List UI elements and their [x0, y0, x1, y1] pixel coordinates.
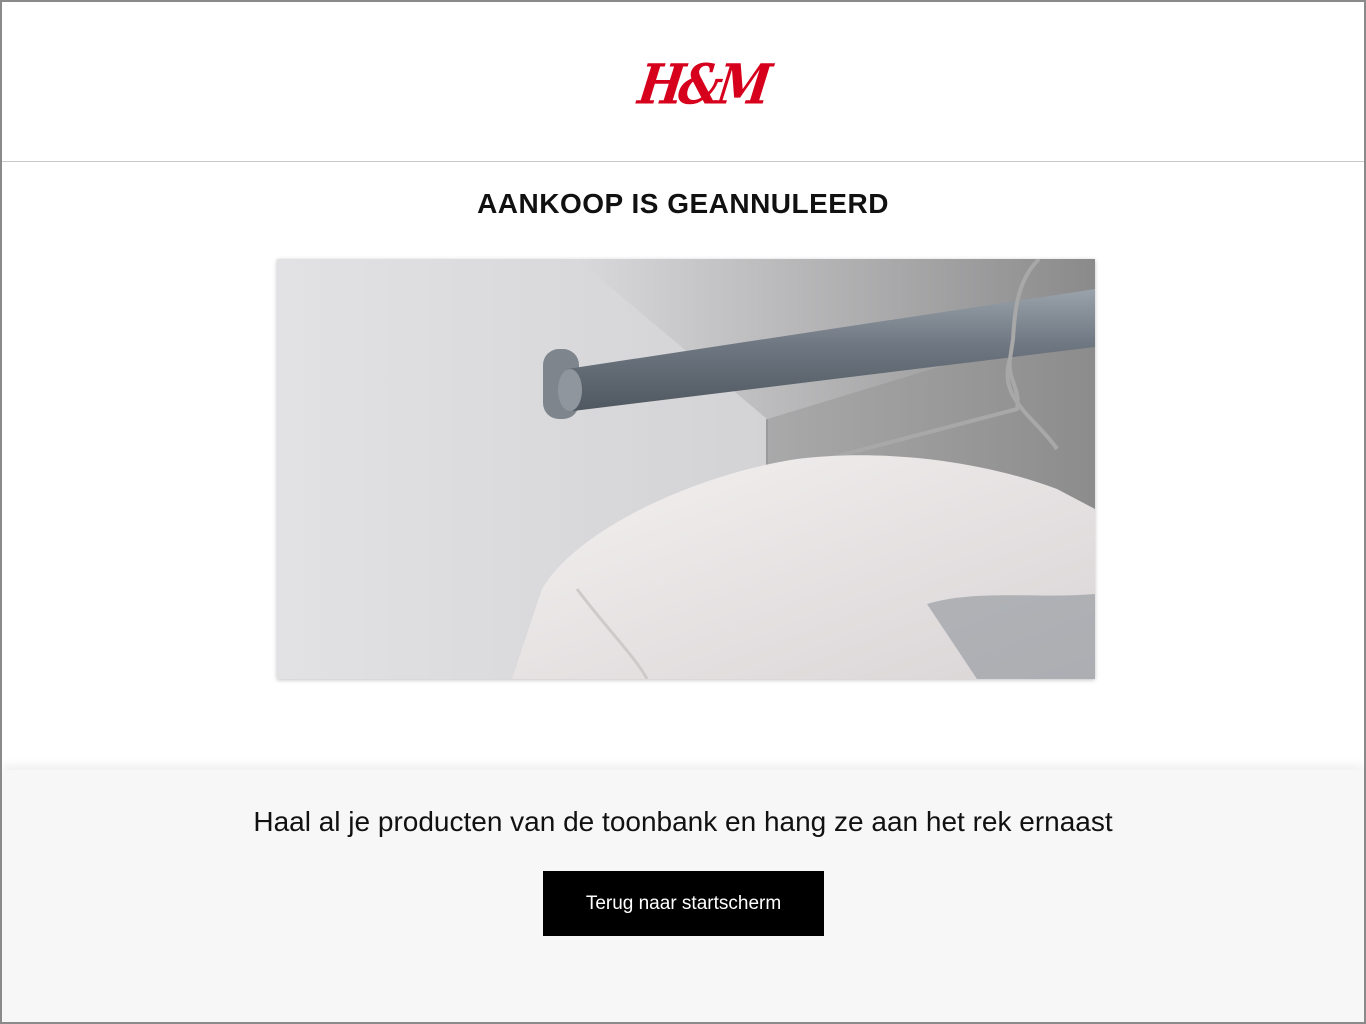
instruction-panel: Haal al je producten van de toonbank en … — [2, 770, 1364, 1022]
page-title: AANKOOP IS GEANNULEERD — [477, 188, 889, 219]
wardrobe-rail-image — [277, 259, 1095, 679]
kiosk-screen: H&M AANKOOP IS GEANNULEERD Haal al je pr… — [0, 0, 1366, 1024]
hm-logo: H&M — [634, 53, 770, 122]
hm-logo-text: H&M — [634, 52, 771, 118]
instruction-text: Haal al je producten van de toonbank en … — [253, 806, 1113, 837]
header: H&M — [2, 2, 1364, 162]
back-to-start-button[interactable]: Terug naar startscherm — [543, 871, 824, 936]
